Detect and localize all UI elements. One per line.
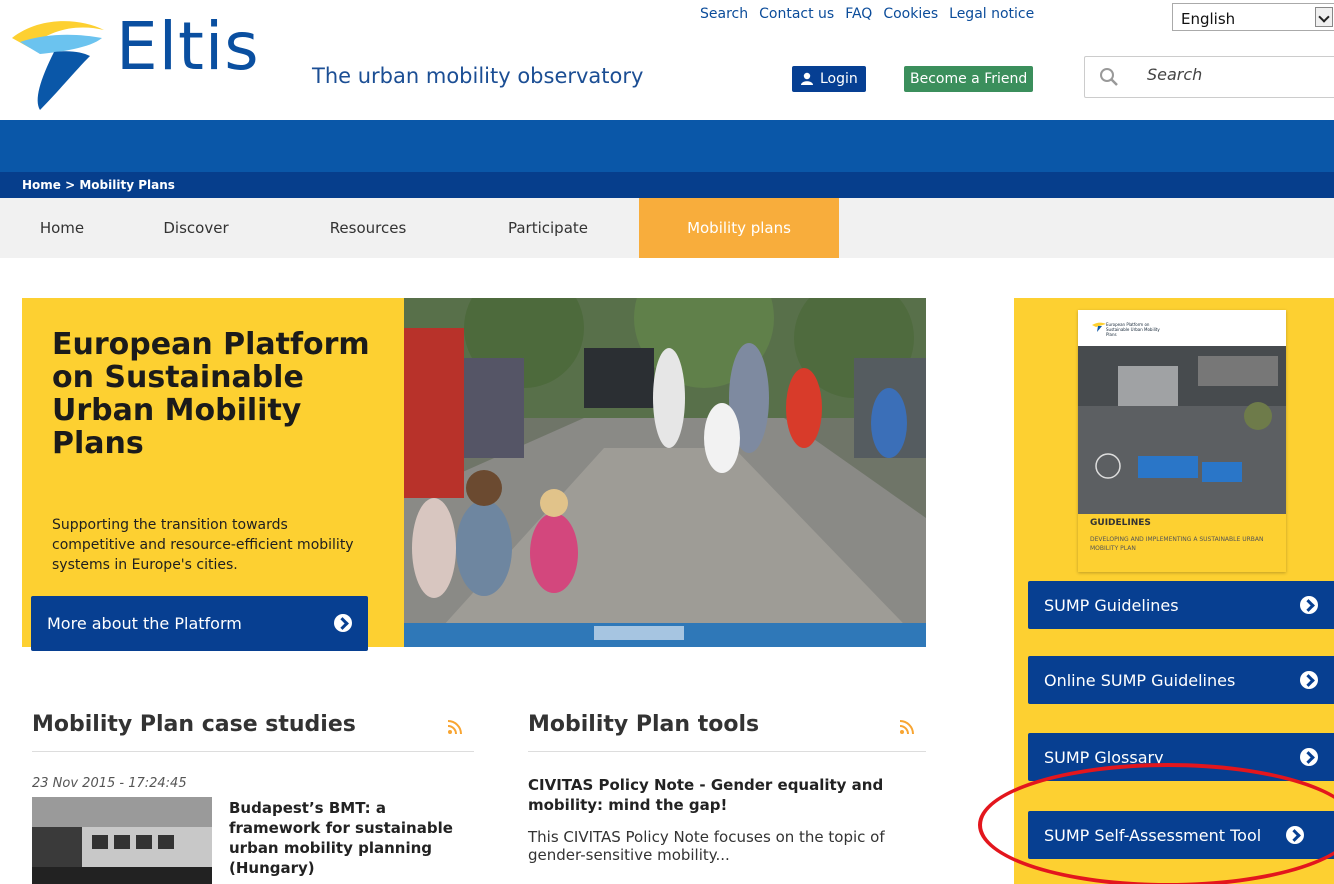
search-icon[interactable] [1099,67,1119,87]
top-link-legal[interactable]: Legal notice [949,6,1034,22]
rss-icon[interactable] [900,720,914,734]
top-link-contact[interactable]: Contact us [759,6,834,22]
tool-title[interactable]: CIVITAS Policy Note - Gender equality an… [528,775,918,815]
arrow-right-circle-icon [1300,596,1318,614]
tool-description: This CIVITAS Policy Note focuses on the … [528,828,885,864]
arrow-right-circle-icon [1300,671,1318,689]
breadcrumb[interactable]: Home > Mobility Plans [0,172,1334,198]
hero-title: European Platform on Sustainable Urban M… [52,327,370,461]
site-logo-text[interactable]: Eltis [116,14,260,80]
cover-subtitle: DEVELOPING AND IMPLEMENTING A SUSTAINABL… [1090,536,1264,552]
sump-glossary-label: SUMP Glossary [1044,747,1164,767]
more-about-platform-button[interactable]: More about the Platform [31,596,368,651]
hero-subtitle: Supporting the transition towards compet… [52,517,354,573]
chevron-down-icon[interactable] [1315,7,1333,27]
sump-self-assessment-label: SUMP Self-Assessment Tool [1044,825,1262,845]
arrow-right-circle-icon [1300,748,1318,766]
search-input[interactable] [1147,65,1327,84]
cover-org: European Platform on Sustainable Urban M… [1106,322,1160,337]
case-thumbnail[interactable] [32,797,212,884]
language-select[interactable]: English [1172,3,1334,31]
rss-icon[interactable] [448,720,462,734]
login-label: Login [820,71,858,87]
sump-guidelines-label: SUMP Guidelines [1044,595,1179,615]
sump-guidelines-button[interactable]: SUMP Guidelines [1028,581,1334,629]
sump-guidelines-cover[interactable]: European Platform on Sustainable Urban M… [1078,310,1286,572]
platform-logo-icon [1092,322,1106,332]
top-link-faq[interactable]: FAQ [845,6,872,22]
language-value: English [1181,10,1236,28]
case-studies-header: Mobility Plan case studies [32,712,474,752]
tab-home[interactable]: Home [20,198,104,258]
tab-mobility-plans[interactable]: Mobility plans [639,198,839,258]
search-box [1084,56,1334,98]
header-band [0,120,1334,172]
tab-participate[interactable]: Participate [480,198,616,258]
cover-image [1078,346,1286,514]
hero-panel: European Platform on Sustainable Urban M… [22,298,404,651]
tab-discover[interactable]: Discover [140,198,252,258]
top-link-cookies[interactable]: Cookies [883,6,938,22]
tab-resources[interactable]: Resources [300,198,436,258]
login-button[interactable]: Login [792,66,866,92]
sidebar: European Platform on Sustainable Urban M… [1014,298,1334,884]
case-date: 23 Nov 2015 - 17:24:45 [32,776,187,791]
site-tagline: The urban mobility observatory [312,64,644,88]
top-link-search[interactable]: Search [700,6,748,22]
cover-title: GUIDELINES [1090,518,1151,528]
sump-glossary-button[interactable]: SUMP Glossary [1028,733,1334,781]
eltis-logo-icon[interactable] [10,8,106,112]
arrow-right-circle-icon [334,614,352,632]
become-friend-button[interactable]: Become a Friend [904,66,1034,92]
hero-photo [404,298,926,647]
more-about-platform-label: More about the Platform [47,614,242,633]
online-sump-guidelines-button[interactable]: Online SUMP Guidelines [1028,656,1334,704]
tools-header: Mobility Plan tools [528,712,926,752]
top-links: Search Contact us FAQ Cookies Legal noti… [700,6,1034,22]
arrow-right-circle-icon [1286,826,1304,844]
tools-heading: Mobility Plan tools [528,712,760,737]
sump-self-assessment-button[interactable]: SUMP Self-Assessment Tool [1028,811,1334,859]
case-studies-heading: Mobility Plan case studies [32,712,356,737]
main-nav: Home Discover Resources Participate Mobi… [0,198,1334,258]
user-icon [801,72,813,85]
online-sump-guidelines-label: Online SUMP Guidelines [1044,670,1236,690]
case-study-title[interactable]: Budapest’s BMT: a framework for sustaina… [229,798,474,878]
